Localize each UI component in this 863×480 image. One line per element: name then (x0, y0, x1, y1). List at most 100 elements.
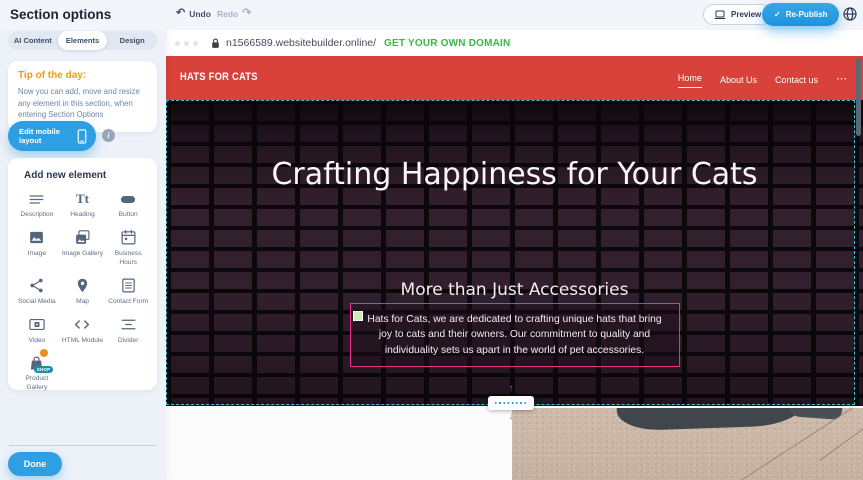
heading-icon: Tt (76, 190, 89, 208)
hero-heading[interactable]: Crafting Happiness for Your Cats (270, 152, 760, 199)
sidebar-divider (9, 445, 156, 446)
section-resize-handle[interactable]: ↑ ↓ (488, 396, 534, 410)
button-icon (119, 190, 137, 208)
element-label: Product Gallery (15, 375, 59, 393)
description-icon (28, 190, 45, 208)
element-business-hours[interactable]: Business Hours (105, 229, 151, 268)
element-social-media[interactable]: Social Media (14, 277, 60, 307)
element-html-module[interactable]: HTML Module (60, 316, 106, 346)
element-label: Image Gallery (62, 250, 103, 259)
preview-label: Preview (731, 10, 761, 19)
tab-design[interactable]: Design (107, 31, 157, 50)
site-logo[interactable]: HATS FOR CATS (180, 71, 258, 83)
undo-icon: ↶ (176, 8, 185, 19)
republish-label: Re-Publish (786, 10, 828, 19)
html-module-icon (73, 316, 91, 334)
site-url[interactable]: n1566589.websitebuilder.online/ (226, 37, 376, 49)
sidebar-tabs: AI Content Elements Design (8, 31, 157, 50)
info-icon[interactable]: i (102, 129, 115, 142)
globe-icon[interactable] (842, 6, 858, 22)
site-preview-canvas: n1566589.websitebuilder.online/ GET YOUR… (166, 30, 863, 480)
nav-more-icon[interactable]: ⋯ (836, 72, 847, 85)
element-label: Business Hours (106, 250, 150, 268)
image-icon (28, 229, 45, 247)
laptop-icon (714, 10, 726, 20)
tab-label: Elements (66, 36, 99, 45)
nav-item-contact[interactable]: Contact us (775, 71, 818, 85)
product-gallery-icon: SHOP (28, 354, 45, 372)
redo-button[interactable]: Redo ↷ (217, 8, 251, 19)
element-product-gallery[interactable]: SHOP Product Gallery (14, 354, 60, 393)
resize-arrow-down-icon: ↓ (509, 412, 514, 422)
tab-label: AI Content (14, 36, 52, 45)
element-label: Map (76, 298, 89, 307)
carpet-photo[interactable] (512, 408, 863, 480)
tip-body: Now you can add, move and resize any ele… (18, 86, 147, 121)
map-icon (74, 277, 91, 295)
element-label: Heading (70, 211, 95, 220)
cat-shadow-shape (617, 408, 808, 431)
element-heading[interactable]: Tt Heading (60, 190, 106, 220)
element-label: Social Media (18, 298, 56, 307)
phone-icon (77, 129, 87, 144)
business-hours-icon (120, 229, 137, 247)
element-label: Image (28, 250, 46, 259)
browser-dot (184, 41, 189, 46)
grip-dots-icon (495, 402, 527, 404)
element-label: Divider (118, 337, 139, 346)
tab-elements[interactable]: Elements (58, 31, 108, 50)
element-label: Button (119, 211, 138, 220)
browser-dot (175, 41, 180, 46)
hero-body-text: Hats for Cats, we are dedicated to craft… (367, 314, 661, 356)
undo-label: Undo (189, 9, 211, 19)
element-image-gallery[interactable]: Image Gallery (60, 229, 106, 268)
add-element-panel: Add new element Description Tt Heading B… (8, 158, 157, 390)
edit-mobile-label: Edit mobile layout (19, 127, 71, 145)
lock-icon (211, 38, 220, 49)
element-label: Contact Form (108, 298, 148, 307)
hero-text-block-selected[interactable]: Hats for Cats, we are dedicated to craft… (350, 303, 680, 367)
new-badge (40, 349, 48, 357)
edit-mobile-layout-button[interactable]: Edit mobile layout (8, 121, 96, 151)
element-description[interactable]: Description (14, 190, 60, 220)
get-domain-link[interactable]: GET YOUR OWN DOMAIN (384, 38, 510, 49)
preview-scrollbar-thumb[interactable] (856, 58, 861, 136)
resize-arrow-up-icon: ↑ (509, 384, 514, 394)
element-map[interactable]: Map (60, 277, 106, 307)
site-header[interactable]: HATS FOR CATS Home About Us Contact us ⋯ (166, 56, 863, 100)
redo-label: Redo (217, 9, 238, 19)
tip-heading: Tip of the day: (18, 70, 147, 81)
page-title: Section options (10, 7, 111, 22)
sidebar: AI Content Elements Design Tip of the da… (0, 28, 166, 480)
video-icon (28, 316, 46, 334)
element-label: HTML Module (62, 337, 103, 346)
divider-icon (120, 316, 137, 334)
element-button[interactable]: Button (105, 190, 151, 220)
element-grid: Description Tt Heading Button Image Imag… (8, 190, 157, 393)
shop-badge: SHOP (34, 366, 54, 373)
redo-icon: ↷ (242, 8, 251, 19)
browser-dot (193, 41, 198, 46)
element-video[interactable]: Video (14, 316, 60, 346)
check-icon: ✓ (774, 10, 781, 19)
tab-ai-content[interactable]: AI Content (8, 31, 58, 50)
hero-subheading[interactable]: More than Just Accessories (315, 280, 715, 300)
nav-item-about[interactable]: About Us (720, 71, 757, 85)
tab-label: Design (120, 36, 145, 45)
done-button[interactable]: Done (8, 452, 62, 476)
nav-item-home[interactable]: Home (678, 69, 702, 88)
republish-button[interactable]: ✓ Re-Publish (762, 3, 839, 26)
element-label: Video (28, 337, 45, 346)
drag-handle-square[interactable] (353, 311, 363, 321)
element-image[interactable]: Image (14, 229, 60, 268)
image-gallery-icon (74, 229, 91, 247)
hero-section[interactable]: Crafting Happiness for Your Cats More th… (166, 100, 863, 406)
topbar: Section options ↶ Undo Redo ↷ Preview ✓ … (0, 0, 863, 30)
info-glyph: i (107, 131, 109, 140)
undo-button[interactable]: ↶ Undo (176, 8, 211, 19)
site-nav: Home About Us Contact us ⋯ (678, 56, 847, 100)
element-divider[interactable]: Divider (105, 316, 151, 346)
done-label: Done (24, 459, 47, 469)
contact-form-icon (120, 277, 137, 295)
element-contact-form[interactable]: Contact Form (105, 277, 151, 307)
